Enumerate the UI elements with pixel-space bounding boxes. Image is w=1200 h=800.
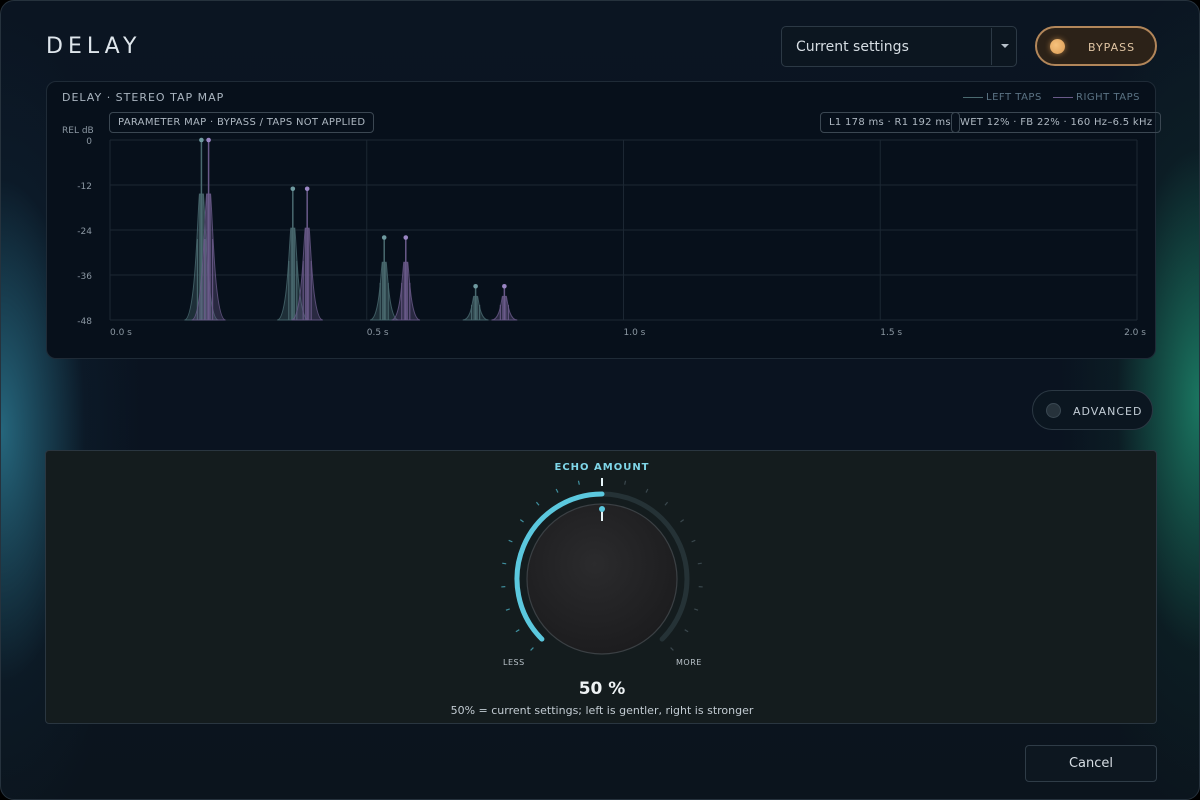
preset-value: Current settings <box>796 39 909 55</box>
echo-panel: ECHO AMOUNT LESS MORE 50 % 50% = current… <box>45 450 1157 724</box>
bypass-button[interactable]: BYPASS <box>1035 26 1157 66</box>
bypass-led-icon <box>1050 39 1065 54</box>
x-tick-label: 0.5 s <box>367 328 389 338</box>
tap-marker <box>473 283 478 289</box>
app-title: DELAY <box>46 34 142 59</box>
tap-peak <box>462 283 489 321</box>
knob-tick <box>680 519 685 523</box>
chevron-down-icon[interactable] <box>1001 44 1009 48</box>
bypass-label: BYPASS <box>1088 41 1136 54</box>
echo-amount-value: 50 % <box>578 679 626 699</box>
tap-map-title: DELAY · STEREO TAP MAP <box>62 91 225 104</box>
knob-tick <box>502 562 507 565</box>
knob-tick <box>684 629 689 633</box>
y-tick-label: 0 <box>86 137 92 147</box>
legend-left-label: LEFT TAPS <box>986 92 1042 103</box>
y-tick-label: -48 <box>77 317 92 327</box>
echo-amount-hint: 50% = current settings; left is gentler,… <box>450 704 754 717</box>
knob-tick <box>577 480 580 485</box>
knob-tick <box>530 647 534 651</box>
knob-tick <box>697 562 702 565</box>
knob-body <box>526 503 678 655</box>
knob-less-label: LESS <box>503 658 525 667</box>
knob-tick <box>505 608 510 611</box>
x-tick-label: 1.5 s <box>880 328 902 338</box>
stereo-tap-map: 0 -12 -24 -36 -48 0.0 s 0.5 s 1.0 s 1.5 s 2.0 s RE… <box>46 81 1162 359</box>
tap-peak <box>369 235 399 321</box>
knob-tick <box>519 519 524 523</box>
x-tick-label: 1.0 s <box>624 328 646 338</box>
y-tick-label: -36 <box>77 272 92 282</box>
cancel-button[interactable]: Cancel <box>1025 745 1157 782</box>
tap-marker <box>290 186 296 192</box>
delay-window: DELAY Current settings BYPASS 0 -12 -24 -36… <box>0 0 1200 800</box>
knob-tick <box>691 539 696 543</box>
knob-indicator-dot <box>599 506 605 512</box>
preset-dropdown[interactable]: Current settings <box>781 26 1017 67</box>
legend-left-swatch <box>963 96 983 98</box>
legend-right-swatch <box>1053 96 1073 98</box>
knob-tick <box>664 501 669 506</box>
tap-marker <box>502 283 507 289</box>
legend-right-label: RIGHT TAPS <box>1076 92 1141 103</box>
x-tick-label: 2.0 s <box>1124 328 1146 338</box>
legend-left-taps: LEFT TAPS <box>963 92 1042 103</box>
tap-times-badge: L1 178 ms · R1 192 ms <box>820 112 960 133</box>
tap-marker <box>199 137 204 143</box>
advanced-led-icon <box>1046 403 1061 418</box>
knob-tick <box>694 608 699 611</box>
echo-amount-label: ECHO AMOUNT <box>554 462 650 473</box>
knob-tick <box>535 501 540 506</box>
x-tick-label: 0.0 s <box>110 328 132 338</box>
knob-tick <box>555 488 559 493</box>
legend-right-taps: RIGHT TAPS <box>1053 92 1140 103</box>
parameter-map-badge: PARAMETER MAP · BYPASS / TAPS NOT APPLIE… <box>109 112 375 133</box>
tap-marker <box>403 235 409 240</box>
knob-more-label: MORE <box>676 658 702 667</box>
advanced-label: ADVANCED <box>1073 405 1143 418</box>
y-tick-label: -24 <box>77 227 92 237</box>
knob-tick <box>508 539 513 543</box>
knob-tick <box>670 647 674 651</box>
knob-tick <box>624 480 627 485</box>
tap-peak <box>391 235 421 321</box>
y-axis-label: REL dB <box>62 126 94 136</box>
knob-tick <box>515 629 520 633</box>
y-tick-label: -12 <box>77 182 92 192</box>
tap-marker <box>206 137 211 143</box>
knob-tick <box>645 488 649 493</box>
tap-peak <box>491 283 518 321</box>
tap-marker <box>304 186 310 192</box>
tap-marker <box>381 235 387 240</box>
wet-feedback-badge: WET 12% · FB 22% · 160 Hz–6.5 kHz <box>951 112 1162 133</box>
advanced-toggle[interactable]: ADVANCED <box>1032 390 1153 430</box>
preset-divider <box>991 28 992 65</box>
